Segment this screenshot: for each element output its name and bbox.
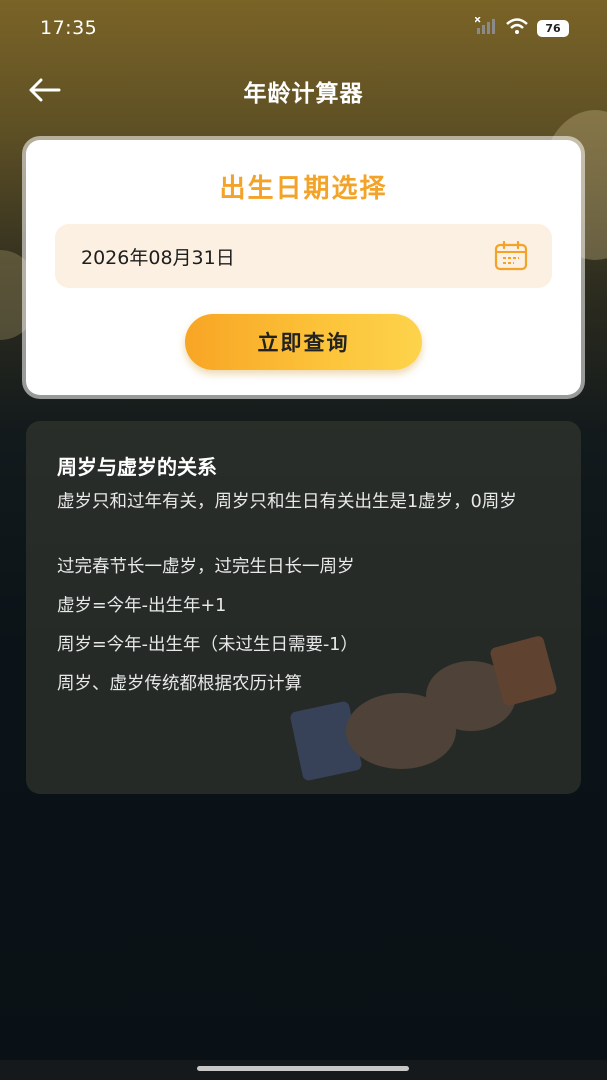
wifi-icon: [505, 17, 529, 39]
signal-icon: [474, 16, 497, 39]
info-line: 周岁、虚岁传统都根据农历计算: [57, 674, 302, 694]
query-button[interactable]: 立即查询: [185, 314, 422, 370]
home-indicator[interactable]: [197, 1066, 409, 1071]
status-bar: 17:35 76: [0, 0, 607, 56]
birthdate-card: 出生日期选择 2026年08月31日 立即查询: [26, 140, 581, 395]
status-time: 17:35: [40, 17, 98, 39]
info-line: 周岁=今年-出生年（未过生日需要-1）: [57, 635, 358, 655]
birthdate-picker-field[interactable]: 2026年08月31日: [55, 224, 552, 288]
birthdate-value: 2026年08月31日: [81, 247, 235, 269]
info-line: 过完春节长一虚岁，过完生日长一周岁: [57, 557, 355, 577]
nav-bar: 年龄计算器: [0, 60, 607, 120]
info-line: 虚岁=今年-出生年+1: [57, 596, 227, 616]
card-title: 出生日期选择: [219, 174, 388, 204]
info-title: 周岁与虚岁的关系: [57, 455, 217, 479]
app-screen: 17:35 76 年龄计算器 出生日期选择 2026年08月31日 立即查询 周…: [0, 0, 607, 1080]
info-panel: 周岁与虚岁的关系 虚岁只和过年有关，周岁只和生日有关出生是1虚岁，0周岁 过完春…: [26, 421, 581, 794]
status-icons: 76: [474, 16, 569, 39]
battery-icon: 76: [537, 19, 569, 37]
calendar-icon[interactable]: [494, 240, 528, 271]
page-title: 年龄计算器: [243, 81, 364, 107]
info-line: 虚岁只和过年有关，周岁只和生日有关出生是1虚岁，0周岁: [57, 492, 517, 512]
